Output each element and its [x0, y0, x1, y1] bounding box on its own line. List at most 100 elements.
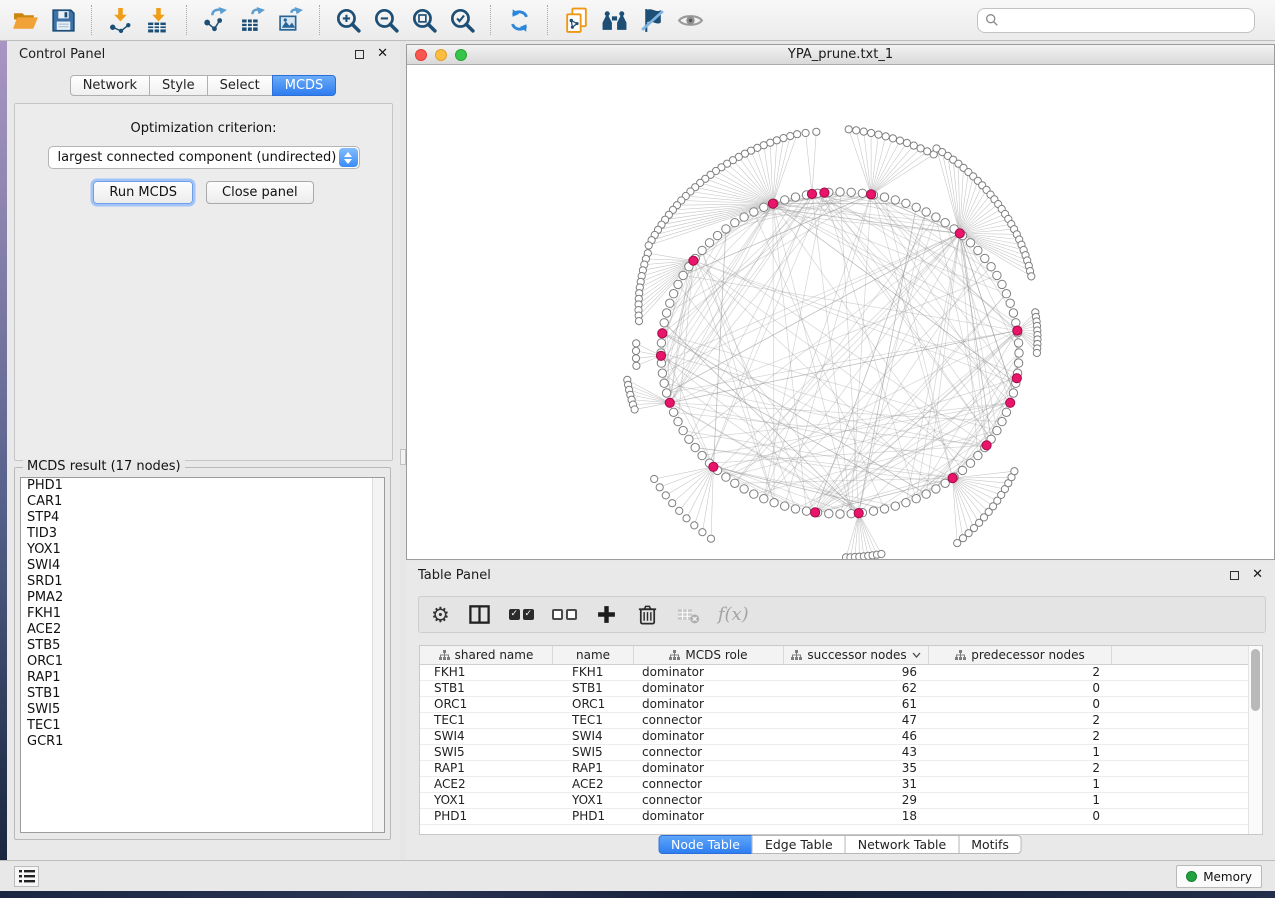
memory-button[interactable]: Memory [1176, 865, 1262, 888]
clone-network-button[interactable] [559, 3, 593, 37]
mcds-result-item[interactable]: TID3 [21, 526, 384, 542]
search-input[interactable] [1004, 13, 1247, 28]
mcds-list-scrollbar[interactable] [372, 478, 384, 832]
zoom-out-icon [373, 7, 400, 34]
export-image-button[interactable] [274, 3, 308, 37]
deselect-all-button[interactable] [552, 602, 577, 628]
network-graph[interactable] [407, 65, 1274, 559]
search-field[interactable] [977, 8, 1255, 33]
close-table-panel-icon[interactable]: ✕ [1252, 570, 1263, 580]
mcds-result-item[interactable]: STB1 [21, 686, 384, 702]
zoom-fit-icon [411, 7, 438, 34]
mcds-result-item[interactable]: RAP1 [21, 670, 384, 686]
column-header-shared-name[interactable]: shared name [420, 646, 553, 664]
select-all-button[interactable]: ✓✓ [509, 602, 534, 628]
table-cell: 2 [929, 665, 1112, 680]
column-header-predecessor-nodes[interactable]: predecessor nodes [929, 646, 1112, 664]
window-maximize-icon[interactable] [455, 49, 467, 61]
mcds-result-item[interactable]: YOX1 [21, 542, 384, 558]
float-panel-icon[interactable] [355, 50, 364, 59]
mcds-result-list: PHD1CAR1STP4TID3YOX1SWI4SRD1PMA2FKH1ACE2… [20, 477, 385, 833]
table-scrollbar[interactable] [1248, 646, 1262, 834]
column-header-successor-nodes[interactable]: successor nodes [784, 646, 929, 664]
tab-network-table[interactable]: Network Table [845, 835, 960, 854]
zoom-out-button[interactable] [369, 3, 403, 37]
find-button[interactable] [597, 3, 631, 37]
mcds-result-item[interactable]: SWI4 [21, 558, 384, 574]
delete-column-button[interactable] [636, 602, 659, 628]
mcds-result-item[interactable]: ACE2 [21, 622, 384, 638]
network-window-titlebar[interactable]: YPA_prune.txt_1 [407, 45, 1274, 65]
tab-edge-table[interactable]: Edge Table [752, 835, 846, 854]
import-table-button[interactable] [141, 3, 175, 37]
close-panel-icon[interactable]: ✕ [377, 49, 388, 59]
save-session-button[interactable] [46, 3, 80, 37]
scrollbar-thumb[interactable] [1251, 649, 1260, 711]
table-cell: 2 [929, 761, 1112, 776]
tab-motifs[interactable]: Motifs [958, 835, 1022, 854]
tab-network[interactable]: Network [70, 75, 150, 96]
tab-mcds[interactable]: MCDS [272, 75, 337, 96]
export-network-button[interactable] [198, 3, 232, 37]
column-header-name[interactable]: name [553, 646, 634, 664]
open-session-button[interactable] [8, 3, 42, 37]
zoom-in-icon [335, 7, 362, 34]
mcds-result-item[interactable]: ORC1 [21, 654, 384, 670]
checked-box-icon: ✓ [523, 609, 534, 620]
tab-select[interactable]: Select [207, 75, 273, 96]
table-cell: PHD1 [553, 809, 634, 824]
zoom-in-button[interactable] [331, 3, 365, 37]
show-columns-button[interactable] [468, 602, 491, 628]
mcds-result-item[interactable]: STP4 [21, 510, 384, 526]
mcds-result-item[interactable]: FKH1 [21, 606, 384, 622]
show-hide-button[interactable] [673, 3, 707, 37]
close-panel-button[interactable]: Close panel [206, 181, 314, 204]
table-row[interactable]: ORC1ORC1dominator610 [420, 697, 1262, 713]
table-cell: FKH1 [553, 665, 634, 680]
export-table-button[interactable] [236, 3, 270, 37]
refresh-view-button[interactable] [502, 3, 536, 37]
column-header-label: MCDS role [685, 648, 747, 662]
fit-selected-button[interactable] [445, 3, 479, 37]
table-cell: connector [634, 713, 784, 728]
import-network-button[interactable] [103, 3, 137, 37]
table-row[interactable]: PHD1PHD1dominator180 [420, 809, 1262, 825]
table-row[interactable]: SWI4SWI4dominator462 [420, 729, 1262, 745]
memory-status-dot-icon [1186, 871, 1197, 882]
table-row[interactable]: FKH1FKH1dominator962 [420, 665, 1262, 681]
table-row[interactable]: RAP1RAP1dominator352 [420, 761, 1262, 777]
add-column-button[interactable] [595, 602, 618, 628]
task-history-button[interactable] [14, 866, 39, 887]
import-table-icon [145, 7, 172, 34]
zoom-selected-icon [449, 7, 476, 34]
table-settings-button[interactable]: ⚙ [431, 602, 450, 628]
table-panel-title: Table Panel [418, 568, 491, 583]
mcds-result-item[interactable]: PMA2 [21, 590, 384, 606]
table-row[interactable]: SWI5SWI5connector431 [420, 745, 1262, 761]
mcds-result-item[interactable]: TEC1 [21, 718, 384, 734]
window-close-icon[interactable] [415, 49, 427, 61]
tab-node-table[interactable]: Node Table [658, 835, 753, 854]
table-row[interactable]: ACE2ACE2connector311 [420, 777, 1262, 793]
mcds-result-item[interactable]: SRD1 [21, 574, 384, 590]
tab-style[interactable]: Style [149, 75, 208, 96]
toggle-graphics-details-button[interactable] [635, 3, 669, 37]
mcds-result-item[interactable]: CAR1 [21, 494, 384, 510]
mcds-result-item[interactable]: PHD1 [21, 478, 384, 494]
run-mcds-button[interactable]: Run MCDS [93, 181, 193, 204]
fx-icon: f(x) [718, 604, 749, 625]
mcds-result-item[interactable]: SWI5 [21, 702, 384, 718]
column-header-MCDS-role[interactable]: MCDS role [634, 646, 784, 664]
optimization-criterion-select[interactable]: largest connected component (undirected) [48, 146, 360, 169]
mcds-result-item[interactable]: GCR1 [21, 734, 384, 750]
table-row[interactable]: STB1STB1dominator620 [420, 681, 1262, 697]
table-cell: 0 [929, 809, 1112, 824]
mcds-result-item[interactable]: STB5 [21, 638, 384, 654]
optimization-criterion-value: largest connected component (undirected) [58, 150, 337, 165]
table-row[interactable]: TEC1TEC1connector472 [420, 713, 1262, 729]
node-table: shared namename MCDS role successor nodesp… [419, 645, 1263, 835]
float-table-panel-icon[interactable] [1230, 571, 1239, 580]
table-row[interactable]: YOX1YOX1connector291 [420, 793, 1262, 809]
window-minimize-icon[interactable] [435, 49, 447, 61]
fit-content-button[interactable] [407, 3, 441, 37]
